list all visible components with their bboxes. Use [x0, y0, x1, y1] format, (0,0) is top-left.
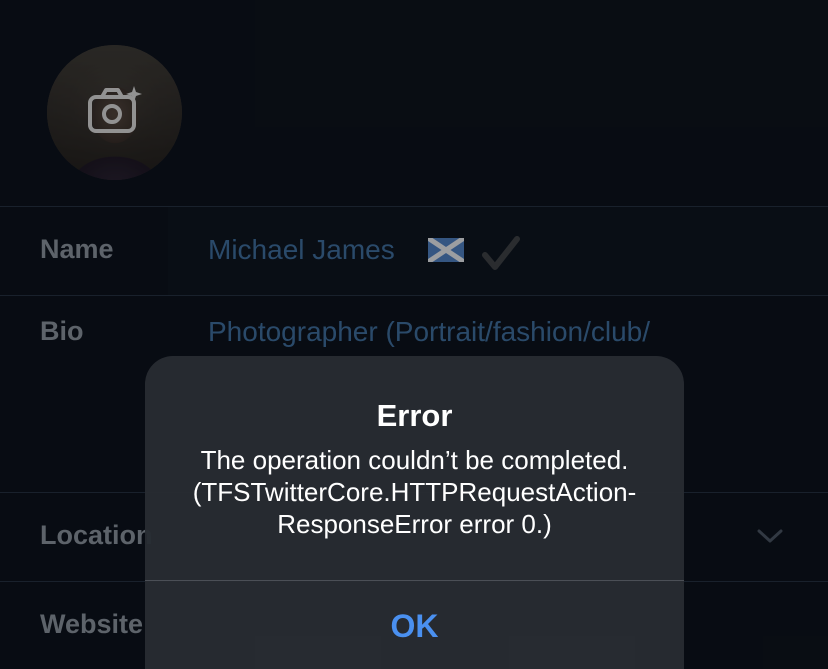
ok-button[interactable]: OK	[145, 581, 684, 669]
alert-message-line: (TFSTwitterCore.HTTPRequestAction-	[192, 477, 637, 507]
error-alert-dialog: Error The operation couldn’t be complete…	[145, 356, 684, 669]
alert-message: The operation couldn’t be completed. (TF…	[165, 444, 664, 540]
alert-title: Error	[376, 398, 453, 433]
alert-message-line: ResponseError error 0.)	[277, 509, 552, 539]
alert-message-line: The operation couldn’t be completed.	[200, 445, 629, 475]
